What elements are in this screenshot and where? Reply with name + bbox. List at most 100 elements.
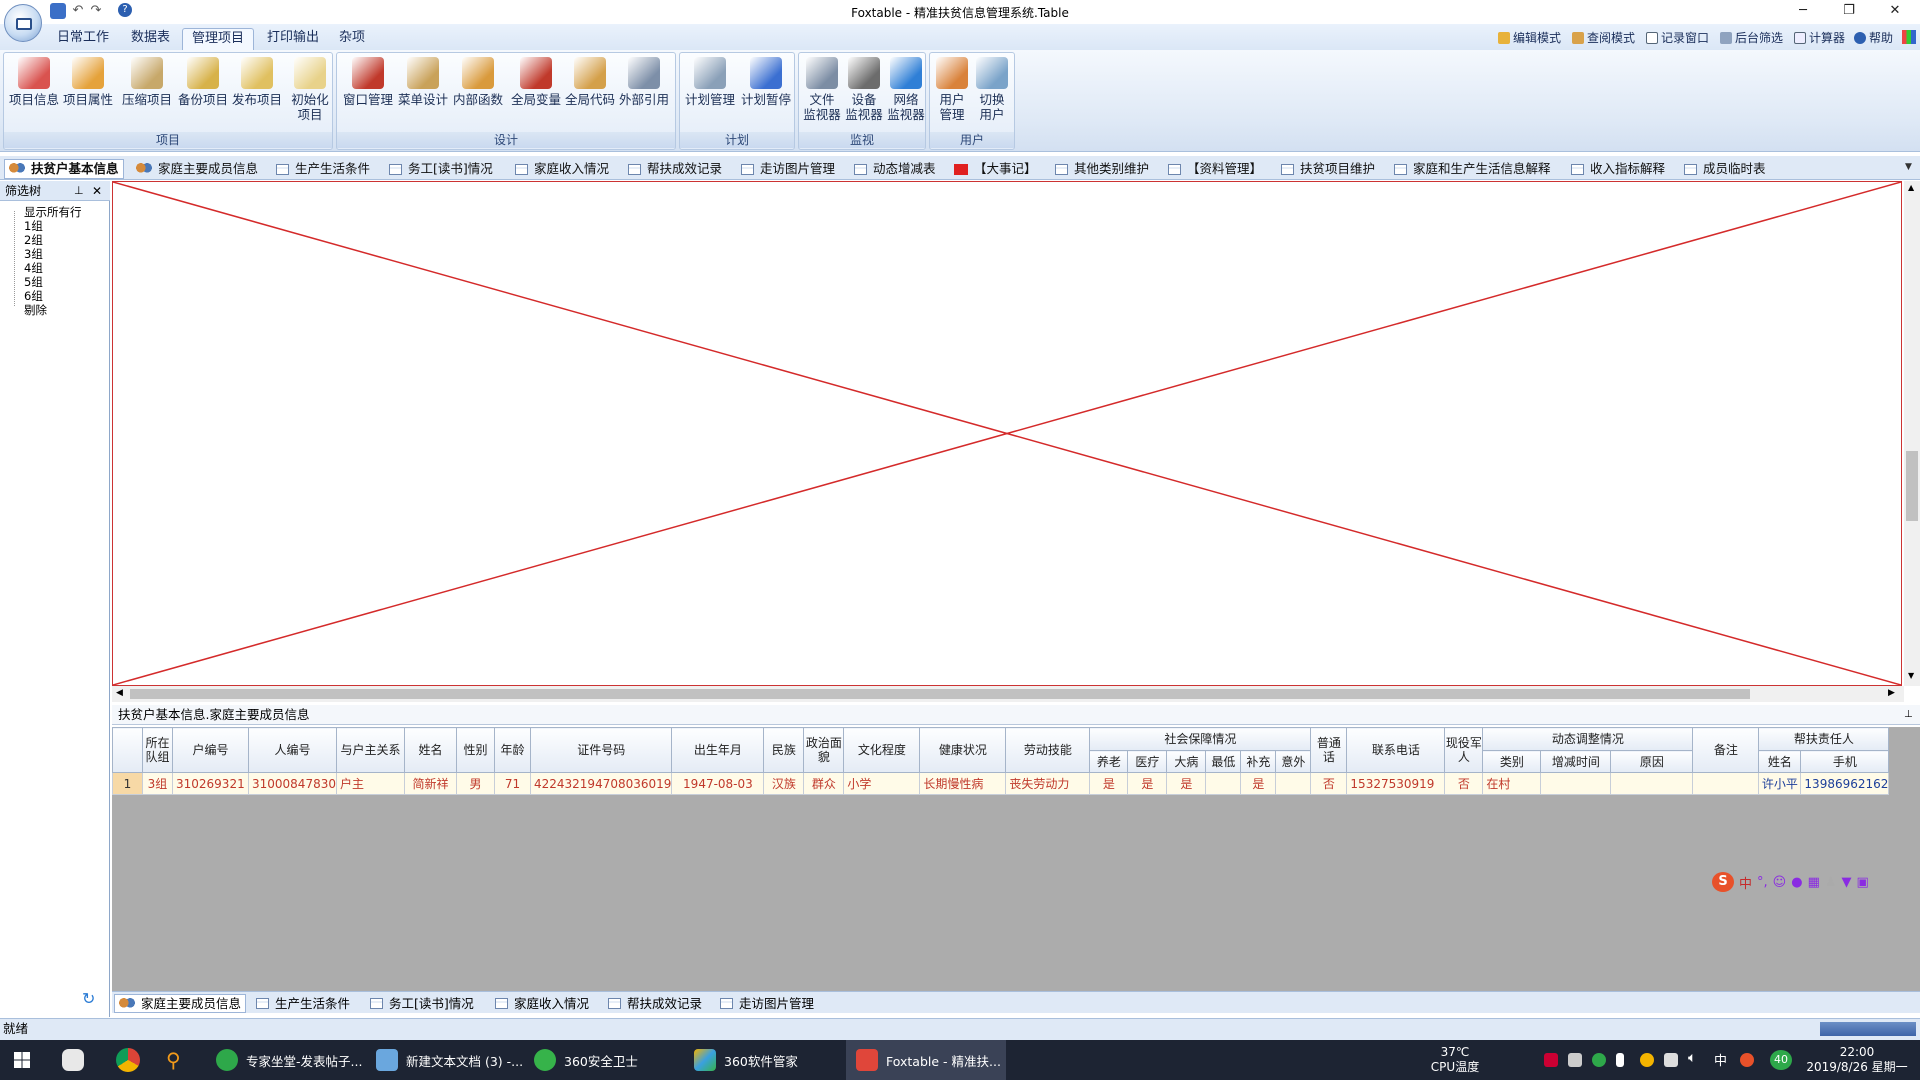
col-header-labor[interactable]: 劳动技能 xyxy=(1005,727,1091,773)
col-header-household-no[interactable]: 户编号 xyxy=(172,727,249,773)
cell-pension[interactable]: 是 xyxy=(1089,772,1129,795)
col-header-age[interactable]: 年龄 xyxy=(493,727,531,773)
minimize-button[interactable]: ─ xyxy=(1780,0,1826,22)
tab-poverty-projects[interactable]: 扶贫项目维护 xyxy=(1281,159,1375,179)
col-header-name[interactable]: 姓名 xyxy=(403,727,457,773)
cell-change-time[interactable] xyxy=(1540,772,1612,795)
scroll-left-icon[interactable]: ◀ xyxy=(116,688,123,698)
filter-item-group-1[interactable]: 1组 xyxy=(24,220,43,233)
scroll-thumb[interactable] xyxy=(1906,451,1918,521)
filter-item-group-6[interactable]: 6组 xyxy=(24,290,43,303)
col-header-social-security[interactable]: 社会保障情况 xyxy=(1089,727,1312,751)
cell-politics[interactable]: 群众 xyxy=(803,772,845,795)
col-header-ethnicity[interactable]: 民族 xyxy=(763,727,805,773)
internal-function-button[interactable]: 内部函数 xyxy=(451,57,505,107)
tab-assistance-records[interactable]: 帮扶成效记录 xyxy=(628,159,722,179)
bottom-tab-living-conditions[interactable]: 生产生活条件 xyxy=(256,994,350,1013)
menu-design-button[interactable]: 菜单设计 xyxy=(395,57,451,107)
cell-helper-name[interactable]: 许小平 xyxy=(1758,772,1802,795)
close-button[interactable]: ✕ xyxy=(1872,0,1918,22)
tab-documents[interactable]: 【资料管理】 xyxy=(1168,159,1262,179)
menu-tab-manage-project[interactable]: 管理项目 xyxy=(182,28,255,50)
tray-360-icon[interactable] xyxy=(1640,1053,1654,1067)
tab-family-members[interactable]: 家庭主要成员信息 xyxy=(136,159,258,179)
table-row[interactable]: 1 3组 310269321 31000847830 户主 简新祥 男 71 4… xyxy=(112,772,1890,795)
menu-tab-datatable[interactable]: 数据表 xyxy=(122,28,179,50)
col-header-birth[interactable]: 出生年月 xyxy=(671,727,765,773)
scroll-right-icon[interactable]: ▶ xyxy=(1888,688,1895,698)
cell-household-no[interactable]: 310269321 xyxy=(172,772,249,795)
chrome-icon[interactable] xyxy=(116,1048,140,1072)
cell-relation[interactable]: 户主 xyxy=(335,772,405,795)
menu-tab-print[interactable]: 打印输出 xyxy=(258,28,328,50)
tray-badge[interactable]: 40 xyxy=(1770,1050,1792,1070)
taskbar-task-360-security[interactable]: 360安全卫士 xyxy=(524,1040,674,1080)
cpu-temperature[interactable]: 37℃ CPU温度 xyxy=(1420,1045,1490,1075)
col-header-relation[interactable]: 与户主关系 xyxy=(335,727,405,773)
scroll-up-icon[interactable]: ▲ xyxy=(1908,183,1914,192)
cell-helper-mobile[interactable]: 13986962162 xyxy=(1800,772,1890,795)
help-tool[interactable]: 帮助 xyxy=(1854,29,1893,46)
device-monitor-button[interactable]: 设备 监视器 xyxy=(843,57,885,122)
tab-visit-photos[interactable]: 走访图片管理 xyxy=(741,159,835,179)
cell-minimum[interactable] xyxy=(1205,772,1242,795)
filter-item-excluded[interactable]: 剔除 xyxy=(24,304,47,317)
col-header-health[interactable]: 健康状况 xyxy=(919,727,1007,773)
cell-birth[interactable]: 1947-08-03 xyxy=(671,772,765,795)
taskbar-task-foxtable[interactable]: Foxtable - 精准扶... xyxy=(846,1040,1006,1080)
filter-item-group-5[interactable]: 5组 xyxy=(24,276,43,289)
close-icon[interactable]: ✕ xyxy=(92,181,102,201)
col-header-helper-mobile[interactable]: 手机 xyxy=(1800,750,1890,773)
refresh-icon[interactable]: ↻ xyxy=(82,989,95,1008)
row-header-corner[interactable] xyxy=(112,727,143,773)
bottom-tab-visit-photos[interactable]: 走访图片管理 xyxy=(720,994,814,1013)
chart-icon[interactable] xyxy=(1902,30,1916,44)
filter-item-group-3[interactable]: 3组 xyxy=(24,248,43,261)
col-header-gender[interactable]: 性别 xyxy=(455,727,495,773)
initialize-project-button[interactable]: 初始化 项目 xyxy=(288,57,332,122)
app-shortcut-icon[interactable] xyxy=(62,1049,84,1071)
window-manage-button[interactable]: 窗口管理 xyxy=(341,57,395,107)
tab-family-income[interactable]: 家庭收入情况 xyxy=(515,159,609,179)
publish-project-button[interactable]: 发布项目 xyxy=(230,57,284,107)
tab-other-categories[interactable]: 其他类别维护 xyxy=(1055,159,1149,179)
main-grid-placeholder[interactable] xyxy=(112,181,1902,686)
bottom-tab-assistance-records[interactable]: 帮扶成效记录 xyxy=(608,994,702,1013)
file-monitor-button[interactable]: 文件 监视器 xyxy=(801,57,843,122)
col-header-id-no[interactable]: 证件号码 xyxy=(529,727,673,773)
cell-reason[interactable] xyxy=(1610,772,1694,795)
backup-project-button[interactable]: 备份项目 xyxy=(176,57,230,107)
col-header-mandarin[interactable]: 普通话 xyxy=(1310,727,1348,773)
edit-mode-tool[interactable]: 编辑模式 xyxy=(1498,29,1561,46)
col-header-helper[interactable]: 帮扶责任人 xyxy=(1758,727,1890,751)
cell-remark[interactable] xyxy=(1692,772,1760,795)
cell-phone[interactable]: 15327530919 xyxy=(1346,772,1446,795)
col-header-helper-name[interactable]: 姓名 xyxy=(1758,750,1802,773)
col-header-minimum[interactable]: 最低 xyxy=(1205,750,1242,773)
cell-ethnicity[interactable]: 汉族 xyxy=(763,772,805,795)
cell-name[interactable]: 简新祥 xyxy=(403,772,457,795)
col-header-category[interactable]: 类别 xyxy=(1482,750,1542,773)
col-header-medical[interactable]: 医疗 xyxy=(1127,750,1168,773)
grid-icon[interactable]: ▣ xyxy=(1857,875,1869,890)
vertical-scrollbar[interactable]: ▲ ▼ xyxy=(1904,181,1920,686)
hscroll-thumb[interactable] xyxy=(130,689,1750,699)
horizontal-scrollbar[interactable]: ◀ ▶ xyxy=(112,686,1904,702)
save-icon[interactable] xyxy=(50,3,66,19)
pin-icon[interactable]: ⊥ xyxy=(1904,705,1913,725)
global-variable-button[interactable]: 全局变量 xyxy=(509,57,563,107)
tab-work-study[interactable]: 务工[读书]情况 xyxy=(389,159,493,179)
tab-dynamic-changes[interactable]: 动态增减表 xyxy=(854,159,936,179)
cell-id-no[interactable]: 422432194708036019 xyxy=(529,772,673,795)
usb-icon[interactable] xyxy=(1616,1053,1624,1067)
tab-income-indicators[interactable]: 收入指标解释 xyxy=(1571,159,1665,179)
user-icon[interactable]: ♟ xyxy=(1825,875,1837,890)
filter-item-show-all[interactable]: 显示所有行 xyxy=(24,206,82,219)
schedule-pause-button[interactable]: 计划暂停 xyxy=(738,57,794,107)
col-header-soldier[interactable]: 现役军人 xyxy=(1444,727,1484,773)
tray-app-icon[interactable] xyxy=(1544,1053,1558,1067)
background-filter-tool[interactable]: 后台筛选 xyxy=(1720,29,1783,46)
bottom-tab-family-members[interactable]: 家庭主要成员信息 xyxy=(114,994,247,1013)
taskbar-task-forum[interactable]: 专家坐堂-发表帖子... xyxy=(206,1040,362,1080)
col-header-remark[interactable]: 备注 xyxy=(1692,727,1760,773)
